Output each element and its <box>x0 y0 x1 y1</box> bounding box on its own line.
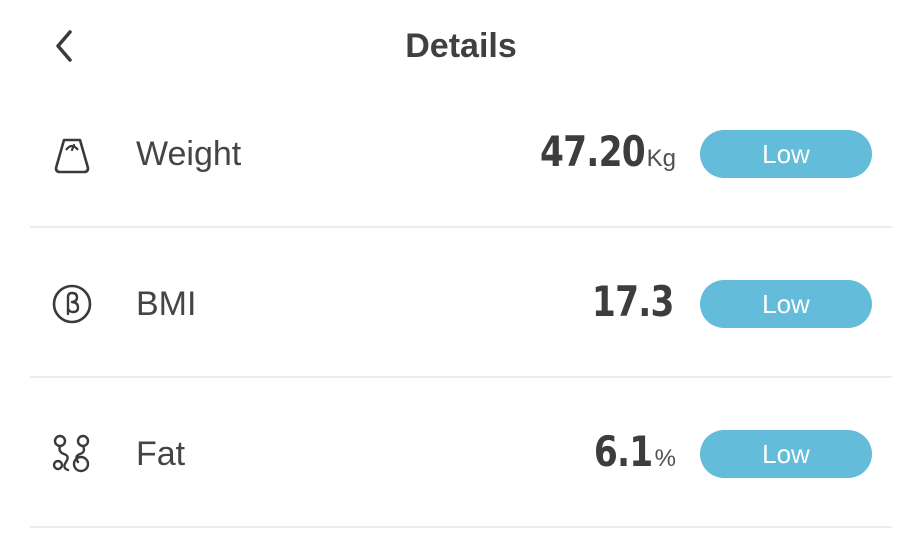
status-badge: Low <box>700 430 872 478</box>
metric-value: 6.1 % <box>581 428 676 483</box>
bmi-icon <box>48 280 96 328</box>
status-badge: Low <box>700 130 872 178</box>
metric-number: 6.1 <box>594 427 653 476</box>
status-badge: Low <box>700 280 872 328</box>
metric-row-bmi[interactable]: BMI 17.3 Low <box>30 228 892 378</box>
metric-label: Fat <box>136 435 186 473</box>
metric-label: BMI <box>136 285 197 323</box>
body-fat-icon <box>48 430 96 478</box>
metric-unit: Kg <box>646 145 676 172</box>
metric-value: 47.20 Kg <box>517 128 676 183</box>
weight-scale-icon <box>48 130 96 178</box>
metric-row-weight[interactable]: Weight 47.20 Kg Low <box>30 78 892 228</box>
metric-unit: % <box>654 445 676 472</box>
metric-number: 47.20 <box>539 127 646 176</box>
divider <box>30 526 892 528</box>
metric-label: Weight <box>136 135 242 173</box>
metric-row-fat[interactable]: Fat 6.1 % Low <box>30 378 892 528</box>
page-title: Details <box>405 27 517 65</box>
metric-number: 17.3 <box>592 277 675 326</box>
metric-value: 17.3 <box>574 278 676 326</box>
